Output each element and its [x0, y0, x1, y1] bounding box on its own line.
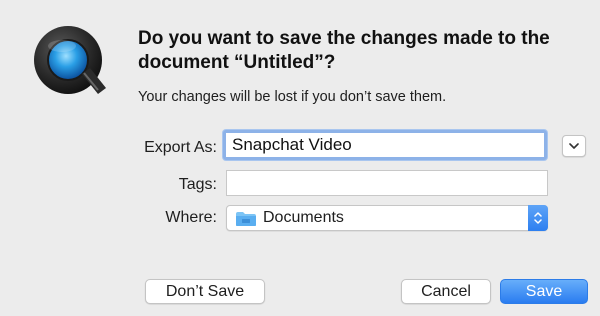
dialog-title: Do you want to save the changes made to … [138, 28, 550, 73]
quicktime-icon [34, 26, 106, 94]
expand-dialog-button[interactable] [562, 135, 586, 157]
dont-save-button[interactable]: Don’t Save [145, 279, 265, 304]
tags-field[interactable] [226, 170, 548, 196]
up-down-chevron-icon [534, 212, 542, 224]
save-dialog: Do you want to save the changes made to … [0, 0, 600, 316]
export-as-field[interactable] [223, 130, 547, 160]
dialog-message: Your changes will be lost if you don’t s… [138, 89, 447, 105]
where-value: Documents [263, 209, 344, 226]
save-button[interactable]: Save [500, 279, 588, 304]
export-as-label: Export As: [144, 139, 217, 156]
tags-input[interactable] [227, 171, 547, 195]
folder-icon [236, 212, 256, 226]
where-stepper[interactable] [528, 205, 548, 231]
where-label: Where: [165, 209, 217, 226]
tags-label: Tags: [178, 176, 217, 193]
export-as-input[interactable] [226, 133, 544, 157]
cancel-button[interactable]: Cancel [401, 279, 491, 304]
where-select[interactable]: Documents [226, 205, 548, 231]
chevron-down-icon [569, 142, 579, 149]
